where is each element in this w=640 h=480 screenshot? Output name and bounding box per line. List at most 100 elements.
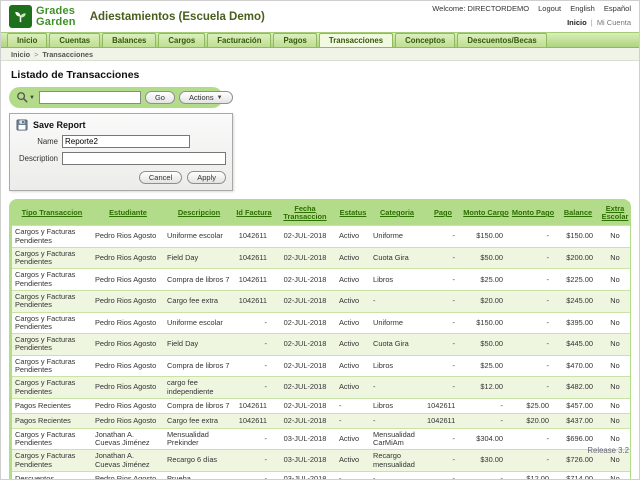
- cell-estatus: -: [336, 398, 370, 413]
- cell-id-factura: -: [234, 334, 274, 356]
- report-name-field[interactable]: [62, 135, 190, 148]
- cell-categoria: Recargo mensualidad: [370, 450, 424, 472]
- column-header-monto-pago[interactable]: Monto Pago: [510, 202, 556, 226]
- column-header-tipo-transaccion[interactable]: Tipo Transaccion: [12, 202, 92, 226]
- page-app-title: Adiestamientos (Escuela Demo): [90, 11, 265, 23]
- search-column-selector[interactable]: ▼: [16, 91, 35, 104]
- cell-estudiante: Pedro Rios Agosto: [92, 377, 164, 399]
- column-header-categoria[interactable]: Categoria: [370, 202, 424, 226]
- column-header-balance[interactable]: Balance: [556, 202, 600, 226]
- report-description-field[interactable]: [62, 152, 226, 165]
- cell-balance: $445.00: [556, 334, 600, 356]
- column-header-pago[interactable]: Pago: [424, 202, 462, 226]
- tab-transacciones[interactable]: Transacciones: [319, 33, 393, 47]
- cell-estatus: Activo: [336, 355, 370, 377]
- cell-categoria: Mensualidad CarMiAm: [370, 428, 424, 450]
- table-row: Cargos y Facturas Pendientes Pedro Rios …: [12, 355, 630, 377]
- breadcrumb-home-link[interactable]: Inicio: [11, 50, 30, 59]
- name-label: Name: [16, 137, 62, 146]
- cell-tipo-transaccion: Cargos y Facturas Pendientes: [12, 355, 92, 377]
- cell-estudiante: Pedro Rios Agosto: [92, 413, 164, 428]
- cell-estudiante: Pedro Rios Agosto: [92, 247, 164, 269]
- cell-fecha-transaccion: 02-JUL-2018: [274, 226, 336, 248]
- welcome-label: Welcome: DIRECTORDEMO: [432, 4, 529, 13]
- cell-descripcion: Cargo fee extra: [164, 290, 234, 312]
- table-header-row: Tipo Transaccion Estudiante Descripcion …: [12, 202, 630, 226]
- actions-button[interactable]: Actions ▼: [179, 91, 233, 104]
- cell-monto-pago: -: [510, 355, 556, 377]
- release-version-label: Release 3.2: [587, 446, 629, 455]
- cell-monto-pago: -: [510, 377, 556, 399]
- cell-estudiante: Pedro Rios Agosto: [92, 226, 164, 248]
- tab-balances[interactable]: Balances: [102, 33, 156, 47]
- cell-balance: $150.00: [556, 226, 600, 248]
- breadcrumb-separator: >: [34, 50, 38, 59]
- cell-estatus: Activo: [336, 428, 370, 450]
- column-header-estudiante[interactable]: Estudiante: [92, 202, 164, 226]
- cell-estudiante: Pedro Rios Agosto: [92, 334, 164, 356]
- table-row: Cargos y Facturas Pendientes Pedro Rios …: [12, 334, 630, 356]
- cell-monto-pago: -: [510, 269, 556, 291]
- table-row: Cargos y Facturas Pendientes Pedro Rios …: [12, 226, 630, 248]
- inicio-account-link[interactable]: Inicio: [567, 18, 587, 27]
- actions-button-label: Actions: [189, 93, 214, 102]
- tab-descuentos-becas[interactable]: Descuentos/Becas: [457, 33, 546, 47]
- cell-id-factura: 1042611: [234, 226, 274, 248]
- cancel-button[interactable]: Cancel: [139, 171, 182, 184]
- apply-button[interactable]: Apply: [187, 171, 226, 184]
- column-header-descripcion[interactable]: Descripcion: [164, 202, 234, 226]
- cell-categoria: -: [370, 377, 424, 399]
- save-report-panel: Save Report Name Description Cancel Appl…: [9, 113, 233, 191]
- cell-pago: -: [424, 355, 462, 377]
- cell-estatus: Activo: [336, 334, 370, 356]
- cell-monto-pago: -: [510, 450, 556, 472]
- cell-descripcion: Uniforme escolar: [164, 312, 234, 334]
- tab-inicio[interactable]: Inicio: [7, 33, 47, 47]
- cell-tipo-transaccion: Cargos y Facturas Pendientes: [12, 334, 92, 356]
- tab-conceptos[interactable]: Conceptos: [395, 33, 455, 47]
- go-button[interactable]: Go: [145, 91, 175, 104]
- grades-garden-logo: Grades Garden: [9, 5, 76, 28]
- tab-cargos[interactable]: Cargos: [158, 33, 205, 47]
- cell-estudiante: Jonathan A. Cuevas Jiménez: [92, 428, 164, 450]
- cell-pago: -: [424, 312, 462, 334]
- tab-facturacion[interactable]: Facturación: [207, 33, 271, 47]
- column-header-fecha-transaccion[interactable]: Fecha Transaccion: [274, 202, 336, 226]
- cell-extra-escolar: No: [600, 471, 630, 480]
- tab-pagos[interactable]: Pagos: [273, 33, 316, 47]
- search-input[interactable]: [39, 91, 141, 104]
- cell-fecha-transaccion: 02-JUL-2018: [274, 398, 336, 413]
- cell-pago: -: [424, 377, 462, 399]
- cell-descripcion: cargo fee independiente: [164, 377, 234, 399]
- cell-estatus: Activo: [336, 312, 370, 334]
- page-title: Listado de Transacciones: [11, 69, 629, 81]
- cell-descripcion: Recargo 6 días: [164, 450, 234, 472]
- cell-fecha-transaccion: 02-JUL-2018: [274, 247, 336, 269]
- cell-id-factura: -: [234, 355, 274, 377]
- language-espanol-link[interactable]: Español: [604, 4, 631, 13]
- logout-link[interactable]: Logout: [538, 4, 561, 13]
- mi-cuenta-link[interactable]: Mi Cuenta: [597, 18, 631, 27]
- cell-monto-pago: -: [510, 247, 556, 269]
- cell-extra-escolar: No: [600, 247, 630, 269]
- cell-categoria: -: [370, 290, 424, 312]
- cell-monto-cargo: $20.00: [462, 290, 510, 312]
- cell-fecha-transaccion: 02-JUL-2018: [274, 290, 336, 312]
- table-row: Cargos y Facturas Pendientes Jonathan A.…: [12, 428, 630, 450]
- column-header-id-factura[interactable]: Id Factura: [234, 202, 274, 226]
- cell-monto-cargo: $304.00: [462, 428, 510, 450]
- column-header-monto-cargo[interactable]: Monto Cargo: [462, 202, 510, 226]
- column-header-estatus[interactable]: Estatus: [336, 202, 370, 226]
- tab-cuentas[interactable]: Cuentas: [49, 33, 100, 47]
- language-english-link[interactable]: English: [570, 4, 595, 13]
- cell-extra-escolar: No: [600, 226, 630, 248]
- cell-fecha-transaccion: 02-JUL-2018: [274, 355, 336, 377]
- main-tab-bar: Inicio Cuentas Balances Cargos Facturaci…: [1, 32, 639, 48]
- cell-monto-cargo: $150.00: [462, 226, 510, 248]
- sprout-icon: [9, 5, 32, 28]
- cell-monto-cargo: $25.00: [462, 269, 510, 291]
- column-header-extra-escolar[interactable]: Extra Escolar: [600, 202, 630, 226]
- transactions-tbody: Cargos y Facturas Pendientes Pedro Rios …: [12, 226, 630, 480]
- cell-pago: 1042611: [424, 398, 462, 413]
- cell-monto-pago: $20.00: [510, 413, 556, 428]
